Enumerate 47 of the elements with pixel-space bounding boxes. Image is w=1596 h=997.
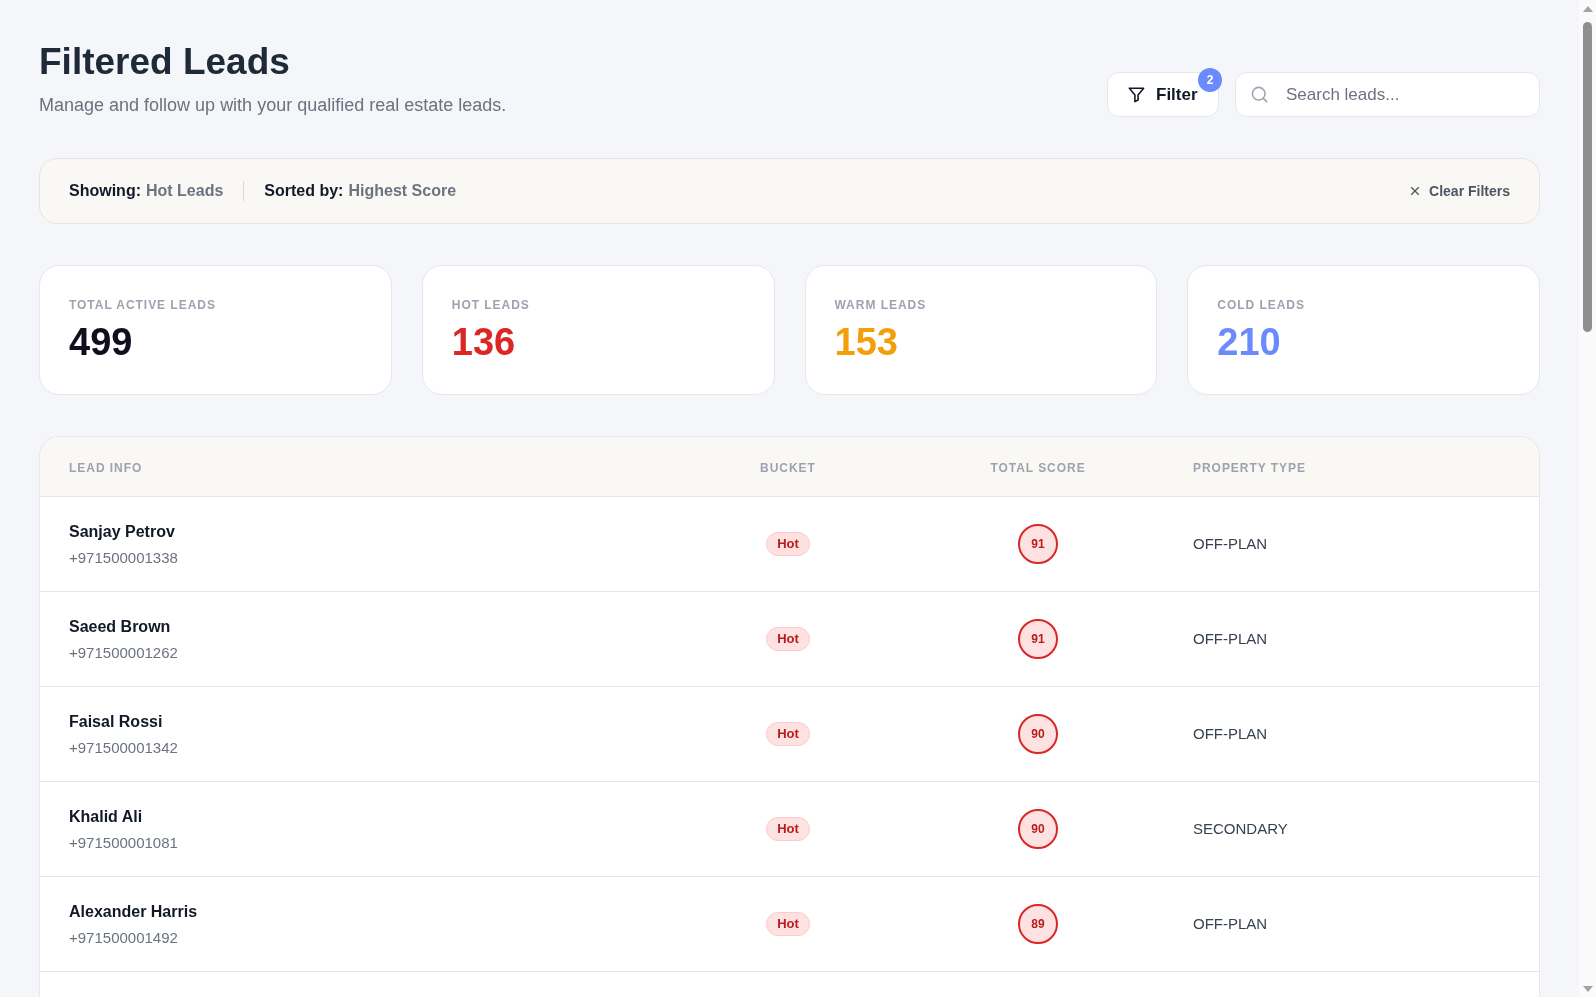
- lead-phone: +971500001492: [69, 928, 178, 948]
- property-type: OFF-PLAN: [1193, 535, 1268, 552]
- column-header: LEAD INFO: [69, 460, 143, 475]
- lead-name: Sanjay Petrov: [69, 522, 175, 542]
- stat-value: 153: [834, 320, 898, 364]
- count-badge: 2: [1198, 68, 1222, 92]
- bucket-tag: Hot: [766, 722, 810, 746]
- lead-phone: +971500001262: [69, 643, 178, 663]
- lead-name: Faisal Rossi: [69, 712, 163, 732]
- filter-value: Highest Score: [348, 181, 457, 201]
- filter-label: Sorted by:: [264, 181, 344, 201]
- lead-phone: +971500001338: [69, 548, 178, 568]
- stat-label: COLD LEADS: [1217, 297, 1305, 314]
- scroll-up-arrow-icon[interactable]: [1582, 6, 1593, 12]
- clear-filters-button[interactable]: Clear Filters: [1408, 180, 1510, 202]
- search-field[interactable]: Search leads...: [1235, 72, 1540, 117]
- bucket-tag: Hot: [766, 627, 810, 651]
- lead-phone: +971500001081: [69, 833, 178, 853]
- page-subtitle: Manage and follow up with your qualified real estate leads.: [39, 94, 507, 117]
- stat-value: 499: [69, 320, 133, 364]
- filter-label: Showing:: [69, 181, 141, 201]
- bucket-tag: Hot: [766, 912, 810, 936]
- lead-name: Saeed Brown: [69, 617, 171, 637]
- page-title: Filtered Leads: [39, 40, 290, 84]
- lead-phone: +971500001342: [69, 738, 178, 758]
- property-type: OFF-PLAN: [1193, 915, 1268, 932]
- filter-value: Hot Leads: [146, 181, 224, 201]
- property-type: SECONDARY: [1193, 820, 1288, 837]
- bucket-tag: Hot: [766, 532, 810, 556]
- stat-value: 136: [451, 320, 516, 364]
- property-type: OFF-PLAN: [1193, 725, 1268, 742]
- bucket-tag: Hot: [766, 817, 810, 841]
- funnel-icon: [1127, 85, 1146, 104]
- stat-label: HOT LEADS: [451, 297, 530, 314]
- scroll-down-arrow-icon[interactable]: [1582, 986, 1593, 992]
- column-header: TOTAL SCORE: [990, 460, 1086, 475]
- lead-name: Khalid Ali: [69, 807, 143, 827]
- stat-value: 210: [1217, 320, 1281, 364]
- column-header: BUCKET: [760, 460, 816, 475]
- scrollbar-thumb[interactable]: [1583, 22, 1592, 332]
- scrollbar[interactable]: [1579, 0, 1596, 997]
- stat-label: WARM LEADS: [834, 297, 927, 314]
- column-header: PROPERTY TYPE: [1193, 460, 1306, 475]
- lead-name: Alexander Harris: [69, 902, 198, 922]
- stat-label: TOTAL ACTIVE LEADS: [69, 297, 216, 314]
- property-type: OFF-PLAN: [1193, 630, 1268, 647]
- search-icon: [1250, 85, 1269, 104]
